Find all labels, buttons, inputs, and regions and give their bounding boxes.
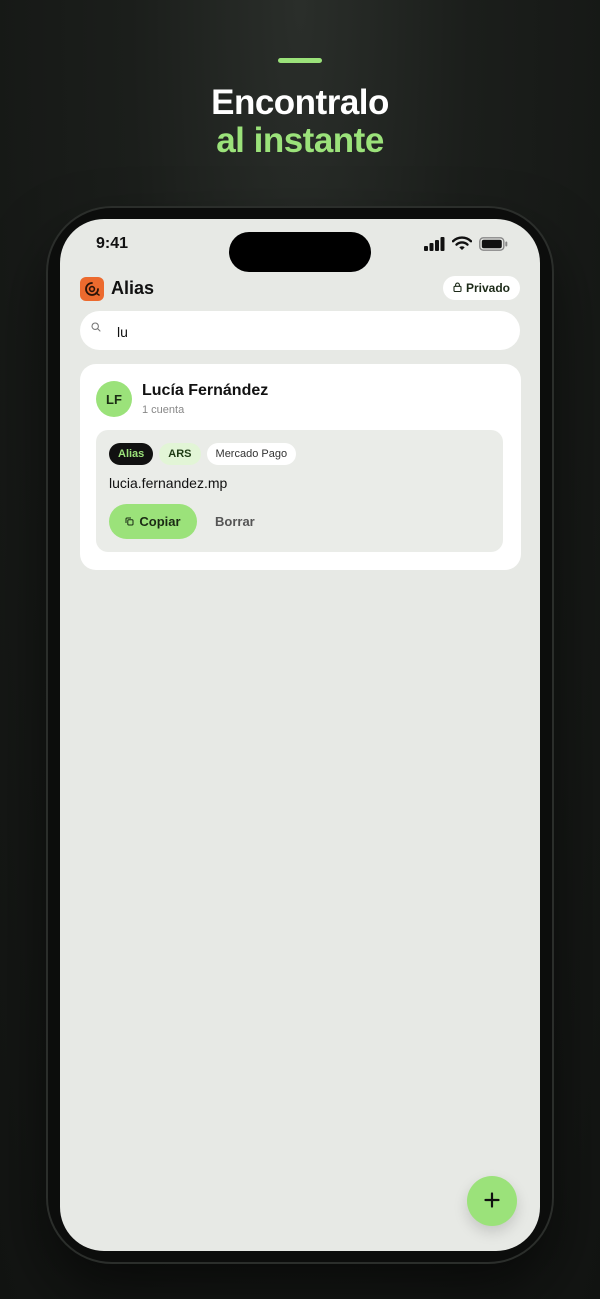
avatar: LF <box>96 381 132 417</box>
wifi-icon <box>451 236 473 256</box>
delete-button[interactable]: Borrar <box>207 504 263 539</box>
privacy-badge[interactable]: Privado <box>442 276 520 300</box>
app-header: Alias Privado <box>80 276 520 303</box>
contact-card[interactable]: LF Lucía Fernández 1 cuenta Alias ARS Me… <box>80 364 521 570</box>
app-title: Alias <box>111 278 155 298</box>
headline-accent-bar <box>278 58 322 63</box>
tag-currency: ARS <box>159 443 201 465</box>
promo-headline: Encontralo al instante <box>0 84 600 160</box>
lock-icon <box>453 281 462 295</box>
headline-line-2: al instante <box>216 121 384 160</box>
status-time: 9:41 <box>96 235 129 252</box>
contact-name: Lucía Fernández <box>142 382 269 399</box>
contact-account-count: 1 cuenta <box>142 404 185 416</box>
status-icons <box>424 236 508 256</box>
search-bar[interactable] <box>80 311 520 350</box>
copy-icon <box>125 514 134 529</box>
signal-icon <box>424 236 445 256</box>
phone-screen: 9:41 Alias Privado lu LF Lucía Fernández… <box>60 219 540 1251</box>
tag-type: Alias <box>109 443 154 465</box>
search-input[interactable] <box>115 320 499 344</box>
add-button[interactable] <box>467 1176 517 1226</box>
copy-button-label: Copiar <box>139 514 181 529</box>
dynamic-island <box>229 232 371 272</box>
privacy-badge-label: Privado <box>465 281 510 295</box>
app-logo-icon <box>80 277 104 301</box>
search-icon <box>91 319 101 337</box>
tag-provider: Mercado Pago <box>206 443 297 465</box>
headline-line-1: Encontralo <box>211 83 389 122</box>
alias-value: lucia.fernandez.mp <box>109 475 228 491</box>
battery-icon <box>479 236 508 256</box>
account-tags: Alias ARS Mercado Pago <box>109 443 297 465</box>
copy-button[interactable]: Copiar <box>109 504 197 539</box>
plus-icon <box>484 1191 500 1211</box>
account-item: Alias ARS Mercado Pago lucia.fernandez.m… <box>96 430 503 552</box>
